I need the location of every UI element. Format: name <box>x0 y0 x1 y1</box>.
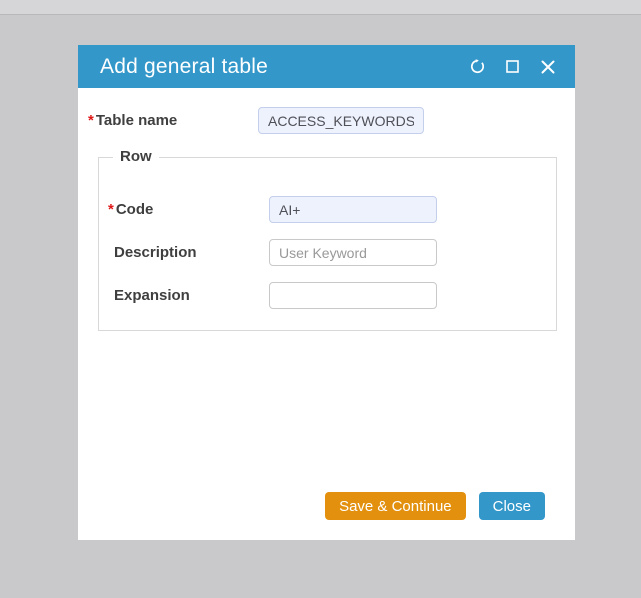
dialog-header: Add general table <box>78 45 575 88</box>
dialog-title: Add general table <box>100 55 452 79</box>
close-icon[interactable] <box>538 57 557 76</box>
code-label: *Code <box>108 196 153 223</box>
description-input[interactable] <box>269 239 437 266</box>
dialog-footer: Save & Continue Close <box>325 492 545 520</box>
row-group: Row *Code Description Expansion <box>98 157 557 331</box>
expansion-label: Expansion <box>114 282 190 309</box>
dialog-body: *Table name Row *Code Description Expans… <box>78 88 575 540</box>
expansion-input[interactable] <box>269 282 437 309</box>
row-group-legend: Row <box>113 148 159 165</box>
save-and-continue-button[interactable]: Save & Continue <box>325 492 466 520</box>
description-label: Description <box>114 239 197 266</box>
code-input[interactable] <box>269 196 437 223</box>
top-banner <box>0 0 641 15</box>
refresh-icon[interactable] <box>468 57 487 76</box>
add-general-table-dialog: Add general table *Table name Row *Code … <box>78 45 575 540</box>
table-name-input[interactable] <box>258 107 424 134</box>
required-marker: * <box>88 112 94 129</box>
close-button[interactable]: Close <box>479 492 545 520</box>
table-name-label: *Table name <box>88 107 177 134</box>
required-marker: * <box>108 201 114 218</box>
maximize-icon[interactable] <box>503 57 522 76</box>
